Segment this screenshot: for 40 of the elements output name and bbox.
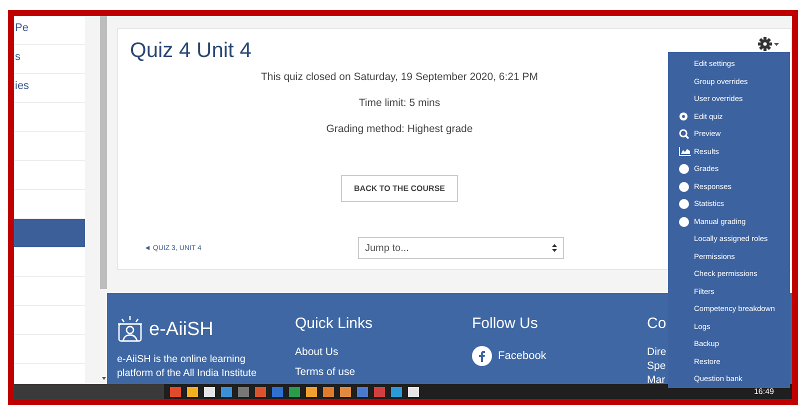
- footer-link[interactable]: About Us: [295, 346, 472, 358]
- taskbar-app-icon[interactable]: [391, 386, 402, 396]
- search-icon: [679, 129, 689, 139]
- taskbar-app-icon[interactable]: [408, 386, 419, 396]
- facebook-icon[interactable]: [472, 346, 492, 366]
- social-link[interactable]: Facebook: [498, 350, 546, 362]
- caret-icon: [774, 42, 779, 46]
- circle-icon: [679, 164, 689, 174]
- taskbar-app-icon[interactable]: [187, 386, 198, 396]
- footer-link[interactable]: Terms of use: [295, 366, 472, 378]
- taskbar-app-icon[interactable]: [204, 386, 215, 396]
- contact-text: Spe: [647, 360, 666, 372]
- clock-text: 16:49: [754, 387, 774, 396]
- circle-icon: [679, 199, 689, 209]
- about-text: e-AiiSH is the online learning platform of the All India Institute: [117, 353, 258, 381]
- footer-heading: Quick Links: [295, 315, 374, 332]
- chart-icon: [679, 146, 691, 156]
- sidebar-item[interactable]: [14, 219, 85, 248]
- page-title: Quiz 4 Unit 4: [130, 39, 252, 63]
- brand-name: e-AiiSH: [149, 319, 214, 341]
- footer-heading: Co: [647, 315, 666, 332]
- back-to-course-button[interactable]: BACK TO THE COURSE: [341, 175, 458, 202]
- quiz-info-text: This quiz closed on Saturday, 19 September 2020, 6:21 PM: [260, 71, 538, 83]
- taskbar-app-icon[interactable]: [323, 386, 334, 396]
- footer-heading: Follow Us: [472, 315, 539, 332]
- contact-text: Mar: [647, 374, 666, 384]
- circle-icon: [679, 216, 689, 226]
- circle-icon: [679, 182, 689, 192]
- quiz-info-text: Grading method: Highest grade: [326, 123, 473, 135]
- search-field[interactable]: [14, 384, 164, 399]
- gear-icon: [679, 112, 688, 120]
- taskbar-app-icon[interactable]: [340, 386, 351, 396]
- scrollbar-thumb[interactable]: [100, 16, 107, 289]
- settings-menu-button[interactable]: [758, 37, 779, 51]
- settings-icon: [758, 37, 772, 51]
- taskbar-app-icon[interactable]: [306, 386, 317, 396]
- jump-to-select[interactable]: Jump to...: [358, 237, 564, 259]
- quiz-info-text: Time limit: 5 mins: [358, 97, 440, 109]
- contact-text: Dire: [647, 346, 666, 358]
- select-arrows-icon: [552, 244, 557, 252]
